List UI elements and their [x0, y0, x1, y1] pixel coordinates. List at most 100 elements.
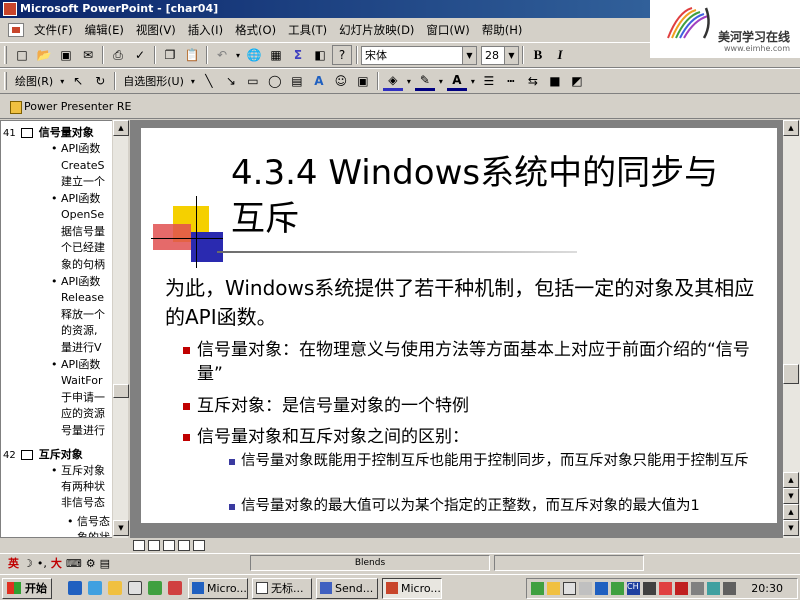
outline-text[interactable]: 的资源,	[61, 323, 98, 338]
open-folder-icon[interactable]: 📂	[34, 45, 54, 65]
app-icon[interactable]	[128, 581, 142, 595]
oval-icon[interactable]: ◯	[265, 71, 285, 91]
powerpoint-app-icon[interactable]	[3, 2, 17, 16]
bullet-item[interactable]: 信号量对象：在物理意义与使用方法等方面基本上对应于前面介绍的“信号量”	[183, 338, 757, 386]
outline-text[interactable]: 于申请一	[61, 390, 105, 405]
tray-icon[interactable]	[579, 582, 592, 595]
tray-icon[interactable]	[691, 582, 704, 595]
tray-icon[interactable]	[643, 582, 656, 595]
outline-text[interactable]: 非信号态	[61, 495, 105, 510]
slideshow-view-icon[interactable]	[193, 539, 205, 551]
app-icon[interactable]	[148, 581, 162, 595]
chevron-down-icon[interactable]: ▾	[405, 71, 413, 91]
select-pointer-icon[interactable]: ↖	[68, 71, 88, 91]
antivirus-icon[interactable]	[675, 582, 688, 595]
task-button[interactable]: 无标...	[252, 578, 312, 599]
ie-icon[interactable]	[68, 581, 82, 595]
outline-text[interactable]: 据信号量	[61, 224, 105, 239]
ime-toolbar[interactable]: 英 ☽ •, 大 ⌨ ⚙ ▤	[8, 555, 114, 571]
outline-text[interactable]: CreateS	[61, 158, 105, 173]
outline-text[interactable]: 象的状	[77, 530, 110, 537]
ime-tool-icon[interactable]: ⚙	[86, 557, 96, 570]
tray-icon[interactable]	[723, 582, 736, 595]
language-icon[interactable]: CH	[627, 582, 640, 595]
keyboard-icon[interactable]: ⌨	[66, 557, 82, 570]
task-button[interactable]: Send...	[316, 578, 378, 599]
task-button-active[interactable]: Micro...	[382, 578, 442, 599]
slide-intro-text[interactable]: 为此，Windows系统提供了若干种机制，包括一定的对象及其相应的API函数。	[165, 274, 765, 332]
clock[interactable]: 20:30	[751, 582, 783, 595]
line-style-icon[interactable]: ☰	[479, 71, 499, 91]
menu-format[interactable]: 格式(O)	[229, 19, 282, 41]
wordart-icon[interactable]: A	[309, 71, 329, 91]
email-icon[interactable]: ✉	[78, 45, 98, 65]
copy-icon[interactable]: ❐	[160, 45, 180, 65]
dash-style-icon[interactable]: ┅	[501, 71, 521, 91]
menu-tools[interactable]: 工具(T)	[282, 19, 333, 41]
new-file-icon[interactable]: □	[12, 45, 32, 65]
menu-slideshow[interactable]: 幻灯片放映(D)	[333, 19, 420, 41]
ime-width[interactable]: 大	[51, 555, 62, 571]
menu-edit[interactable]: 编辑(E)	[79, 19, 130, 41]
slide-canvas[interactable]: 4.3.4 Windows系统中的同步与互斥 为此，Windows系统提供了若干…	[141, 128, 777, 523]
outline-text[interactable]: Release	[61, 290, 104, 305]
clipart-icon[interactable]: ☺	[331, 71, 351, 91]
outline-text[interactable]: WaitFor	[61, 373, 102, 388]
desktop-icon[interactable]	[88, 581, 102, 595]
slide-title[interactable]: 4.3.4 Windows系统中的同步与互斥	[231, 150, 751, 242]
outline-text[interactable]: 个已经建	[61, 240, 105, 255]
sub-bullet-item[interactable]: 信号量对象既能用于控制互斥也能用于控制同步，而互斥对象只能用于控制互斥	[229, 451, 761, 472]
arrow-style-icon[interactable]: ⇆	[523, 71, 543, 91]
scroll-up-icon[interactable]: ▲	[783, 120, 799, 136]
ime-moon-icon[interactable]: ☽	[23, 557, 33, 570]
font-size-select[interactable]: 28 ▼	[481, 45, 519, 65]
outline-bullet[interactable]: • API函数	[51, 191, 100, 206]
scroll-thumb[interactable]	[113, 384, 129, 398]
power-presenter-button[interactable]: Power Presenter RE	[6, 98, 135, 116]
picture-icon[interactable]: ▣	[353, 71, 373, 91]
tray-icon[interactable]	[659, 582, 672, 595]
outline-text[interactable]: 有两种状	[61, 479, 105, 494]
font-name-select[interactable]: 宋体 ▼	[361, 45, 477, 65]
outline-text[interactable]: 象的句柄	[61, 257, 105, 272]
scroll-down-icon[interactable]: ▲	[783, 472, 799, 488]
scroll-down-icon[interactable]: ▼	[113, 520, 129, 536]
outline-text[interactable]: OpenSe	[61, 207, 104, 222]
outline-bullet[interactable]: • 信号态	[67, 514, 110, 529]
print-icon[interactable]: ⎙	[108, 45, 128, 65]
tray-icon[interactable]	[563, 582, 576, 595]
spellcheck-icon[interactable]: ✓	[130, 45, 150, 65]
help-icon[interactable]: ?	[332, 45, 352, 65]
outline-text[interactable]: 量进行V	[61, 340, 102, 355]
scroll-up-icon[interactable]: ▲	[113, 120, 129, 136]
next-slide-icon[interactable]: ▼	[783, 520, 799, 536]
paste-icon[interactable]: 📋	[182, 45, 202, 65]
rectangle-icon[interactable]: ▭	[243, 71, 263, 91]
menu-file[interactable]: 文件(F)	[28, 19, 79, 41]
bold-button[interactable]: B	[528, 45, 548, 65]
start-button[interactable]: 开始	[2, 578, 52, 599]
table-icon[interactable]: ▦	[266, 45, 286, 65]
outline-bullet[interactable]: • API函数	[51, 357, 100, 372]
app-icon[interactable]	[168, 581, 182, 595]
document-icon[interactable]	[8, 23, 24, 37]
line-color-icon[interactable]: ✎	[414, 71, 435, 91]
outline-bullet[interactable]: • API函数	[51, 141, 100, 156]
sorter-view-icon[interactable]	[178, 539, 190, 551]
ime-lang[interactable]: 英	[8, 555, 19, 571]
network-icon[interactable]	[531, 582, 544, 595]
undo-icon[interactable]: ↶	[212, 45, 232, 65]
outline-text[interactable]: 应的资源	[61, 406, 105, 421]
folder-icon[interactable]	[108, 581, 122, 595]
line-icon[interactable]: ╲	[199, 71, 219, 91]
chevron-down-icon[interactable]: ▾	[469, 71, 477, 91]
chevron-down-icon[interactable]: ▾	[58, 71, 66, 91]
draw-menu-button[interactable]: 绘图(R)	[11, 73, 57, 89]
task-button[interactable]: Micro...	[188, 578, 248, 599]
outline-text[interactable]: 建立一个	[61, 174, 105, 189]
menu-help[interactable]: 帮助(H)	[476, 19, 529, 41]
font-color-icon[interactable]: A	[446, 71, 467, 91]
outline-scrollbar[interactable]: ▲ ▼	[112, 120, 129, 538]
toolbar-grip[interactable]	[4, 46, 7, 64]
outline-bullet[interactable]: • API函数	[51, 274, 100, 289]
